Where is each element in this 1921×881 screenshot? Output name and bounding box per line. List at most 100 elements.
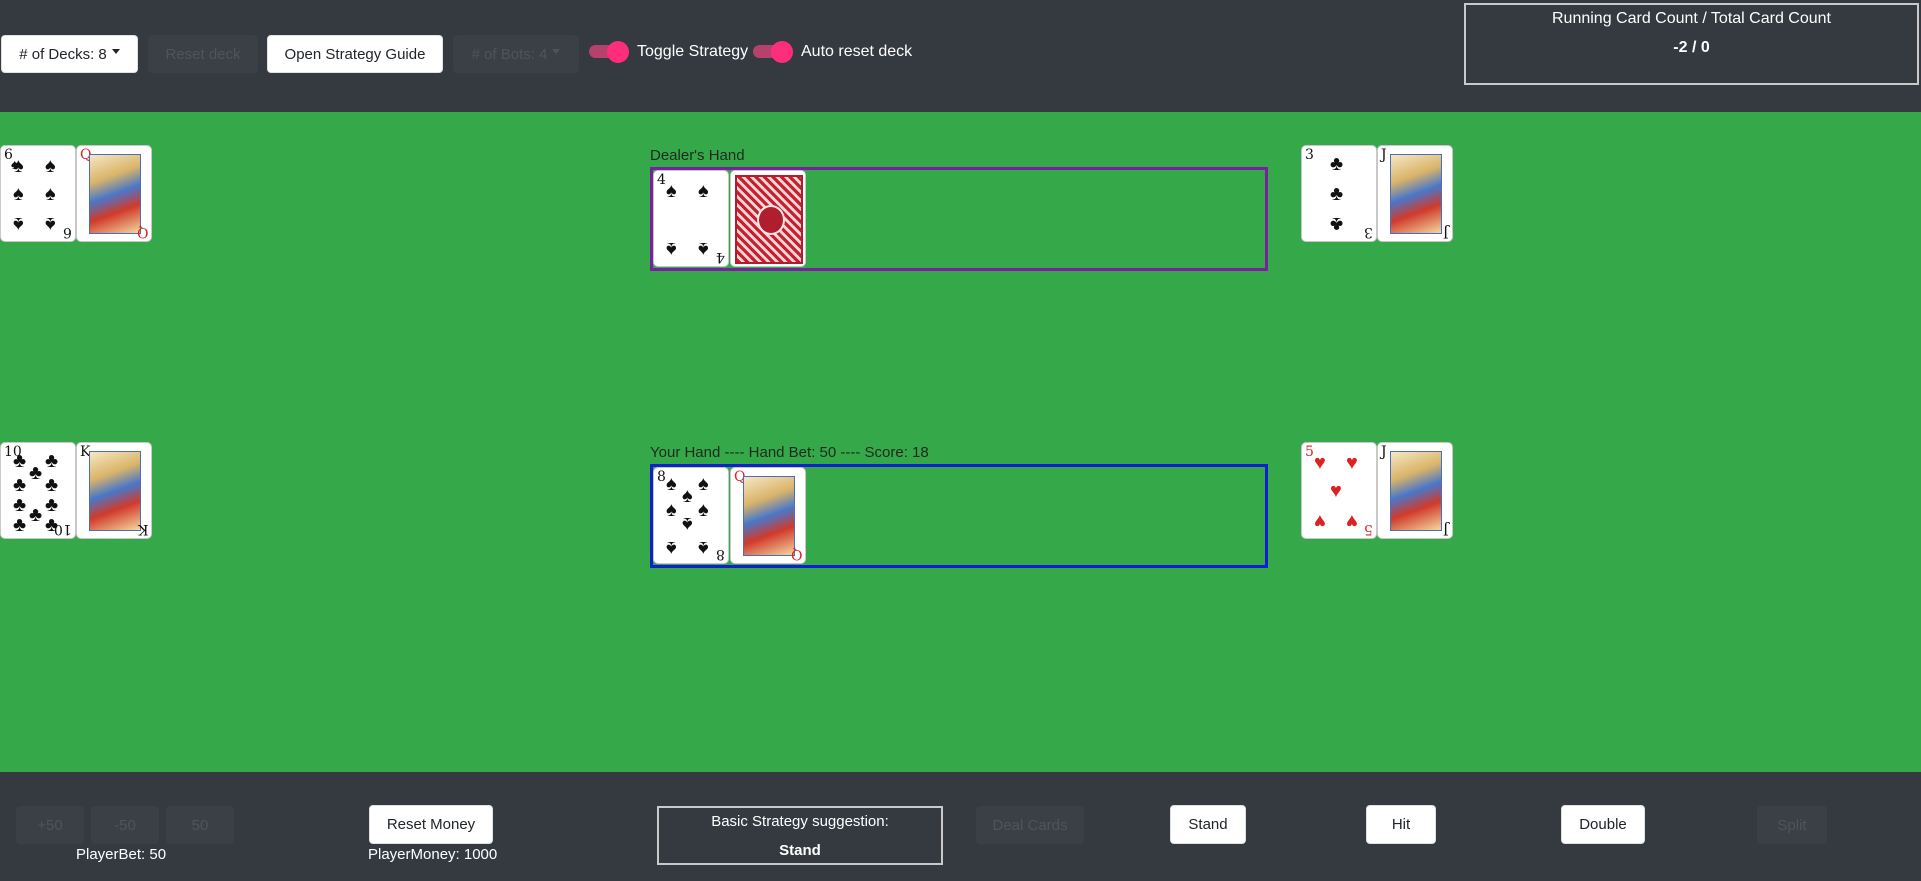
bot-card: 10 ♣ ♣ ♣ ♣ ♣ ♣ ♣ ♣ ♣ ♣ 10 <box>0 442 76 539</box>
club-icon: ♣ <box>13 474 27 496</box>
card-rank: 5 <box>1305 444 1314 460</box>
club-icon: ♣ <box>29 462 43 484</box>
spade-icon: ♠ <box>666 537 677 559</box>
bet-set-label: 50 <box>191 816 209 834</box>
card-rank-bottom: 8 <box>716 546 725 562</box>
card-rank-bottom: K <box>137 521 148 537</box>
reset-deck-label: Reset deck <box>165 45 241 63</box>
spade-icon: ♠ <box>698 238 709 260</box>
split-button[interactable]: Split <box>1757 806 1827 844</box>
deal-cards-button[interactable]: Deal Cards <box>976 806 1084 844</box>
decks-dropdown-label: # of Decks: 8 <box>19 45 107 63</box>
auto-reset-switch[interactable] <box>753 41 793 63</box>
stand-button[interactable]: Stand <box>1170 805 1246 844</box>
player-money-text: PlayerMoney: 1000 <box>368 846 498 863</box>
reset-deck-button[interactable]: Reset deck <box>148 35 258 73</box>
jack-face-image <box>1390 154 1442 234</box>
spade-icon: ♠ <box>13 213 24 235</box>
bot-card: K K <box>76 442 152 539</box>
card-rank: J <box>1381 444 1387 460</box>
spade-icon: ♠ <box>45 213 56 235</box>
bot-card: 3 ♣ ♣ ♣ 3 <box>1301 145 1377 242</box>
club-icon: ♣ <box>45 450 59 472</box>
dealer-card: 4 ♠ ♠ ♠ ♠ 4 <box>653 170 729 267</box>
card-back-pattern <box>735 175 803 264</box>
strategy-guide-button[interactable]: Open Strategy Guide <box>267 35 443 73</box>
spade-icon: ♠ <box>682 485 693 507</box>
spade-icon: ♠ <box>682 513 693 535</box>
heart-icon: ♥ <box>1330 480 1342 502</box>
strategy-guide-label: Open Strategy Guide <box>284 45 426 63</box>
card-rank-bottom: J <box>1443 224 1449 240</box>
heart-icon: ♥ <box>1346 452 1358 474</box>
card-rank-bottom: Q <box>136 224 148 240</box>
heart-icon: ♥ <box>1314 452 1326 474</box>
bet-plus-label: +50 <box>37 816 63 834</box>
dealer-hand-label: Dealer's Hand <box>650 147 745 164</box>
bots-dropdown-label: # of Bots: 4 <box>471 45 548 63</box>
split-label: Split <box>1777 816 1807 834</box>
spade-icon: ♠ <box>45 155 56 177</box>
club-icon: ♣ <box>45 474 59 496</box>
reset-money-button[interactable]: Reset Money <box>369 805 493 844</box>
toggle-knob <box>771 41 793 63</box>
double-label: Double <box>1579 816 1627 833</box>
card-rank-bottom: 10 <box>54 521 72 537</box>
club-icon: ♣ <box>1330 183 1344 205</box>
blackjack-table: 6 ♠ ♠ ♠ ♠ ♠ ♠ ♠ 6 Q ♥ Q 3 ♣ ♣ ♣ 3 J J De… <box>0 112 1921 772</box>
spade-icon: ♠ <box>13 183 24 205</box>
toggle-strategy-label: Toggle Strategy <box>637 43 749 60</box>
double-button[interactable]: Double <box>1561 805 1645 844</box>
strategy-suggestion-panel: Basic Strategy suggestion: Stand <box>657 806 943 865</box>
top-toolbar: # of Decks: 8 Reset deck Open Strategy G… <box>0 0 1921 112</box>
card-rank: 8 <box>657 469 666 485</box>
card-rank-bottom: Q <box>790 546 802 562</box>
bet-minus-button[interactable]: -50 <box>91 806 159 844</box>
spade-icon: ♠ <box>666 238 677 260</box>
card-count-panel: Running Card Count / Total Card Count -2… <box>1464 3 1919 85</box>
bots-dropdown[interactable]: # of Bots: 4 <box>453 35 579 73</box>
card-rank-bottom: J <box>1443 521 1449 537</box>
bot-card: J J <box>1377 145 1453 242</box>
bet-set-button[interactable]: 50 <box>166 806 234 844</box>
strategy-suggestion-value: Stand <box>779 842 821 859</box>
bot-card: J J <box>1377 442 1453 539</box>
spade-icon: ♠ <box>698 473 709 495</box>
queen-face-image <box>743 476 795 556</box>
spade-icon: ♠ <box>666 473 677 495</box>
deal-cards-label: Deal Cards <box>992 816 1068 834</box>
card-rank-bottom: 5 <box>1364 521 1373 537</box>
club-icon: ♣ <box>45 494 59 516</box>
card-rank-bottom: 4 <box>716 249 725 265</box>
player-card: Q ♥ Q <box>730 467 806 564</box>
bet-minus-label: -50 <box>114 816 136 834</box>
toggle-strategy-switch[interactable] <box>589 41 629 63</box>
decks-dropdown[interactable]: # of Decks: 8 <box>1 35 138 73</box>
spade-icon: ♠ <box>666 499 677 521</box>
hit-button[interactable]: Hit <box>1366 805 1436 844</box>
bet-plus-button[interactable]: +50 <box>16 806 84 844</box>
spade-icon: ♠ <box>666 180 677 202</box>
player-card: 8 ♠ ♠ ♠ ♠ ♠ ♠ ♠ ♠ 8 <box>653 467 729 564</box>
card-back-emblem <box>757 205 785 235</box>
queen-face-image <box>89 154 141 234</box>
spade-icon: ♠ <box>698 499 709 521</box>
strategy-suggestion-title: Basic Strategy suggestion: <box>711 813 889 830</box>
spade-icon: ♠ <box>698 537 709 559</box>
spade-icon: ♠ <box>13 155 24 177</box>
bot-card: 5 ♥ ♥ ♥ ♥ ♥ 5 <box>1301 442 1377 539</box>
king-face-image <box>89 451 141 531</box>
card-rank: 4 <box>657 172 666 188</box>
hit-label: Hit <box>1391 816 1411 833</box>
player-bet-text: PlayerBet: 50 <box>76 846 167 863</box>
card-count-title: Running Card Count / Total Card Count <box>1552 10 1831 27</box>
dealer-hidden-card <box>730 170 806 267</box>
bot-card: Q ♥ Q <box>76 145 152 242</box>
heart-icon: ♥ <box>1314 510 1326 532</box>
card-rank: 3 <box>1305 147 1314 163</box>
chevron-down-icon <box>111 48 120 54</box>
club-icon: ♣ <box>13 494 27 516</box>
player-hand-label: Your Hand ---- Hand Bet: 50 ---- Score: … <box>650 444 929 461</box>
toggle-knob <box>607 41 629 63</box>
card-rank: J <box>1381 147 1387 163</box>
